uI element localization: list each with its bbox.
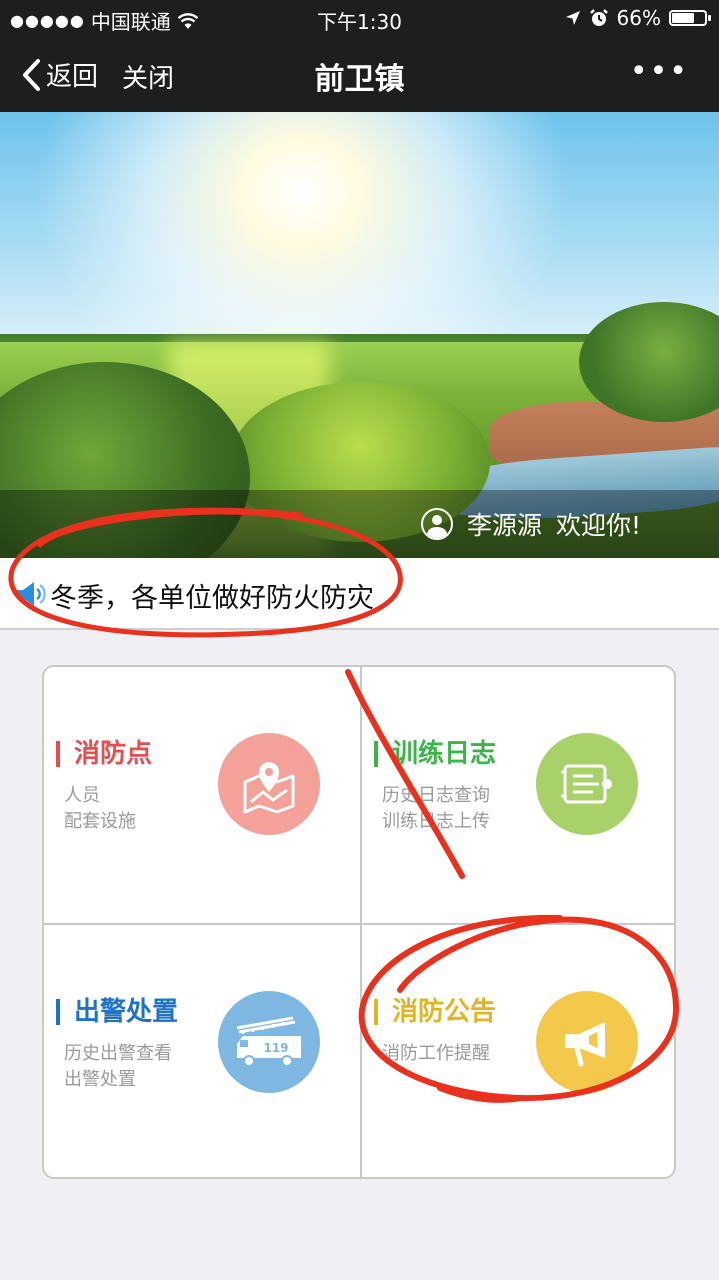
menu-item-title: 消防公告: [374, 999, 496, 1025]
megaphone-icon: [536, 991, 638, 1093]
menu-item-subtitle: 历史出警查看: [64, 1043, 172, 1064]
battery-percent: 66%: [616, 6, 661, 30]
menu-item-subtitle: 训练日志上传: [382, 811, 490, 832]
menu-item-fire-station[interactable]: 消防点 人员 配套设施: [44, 667, 360, 923]
log-list-icon: [536, 733, 638, 835]
menu-item-dispatch[interactable]: 出警处置 历史出警查看 出警处置 119: [44, 925, 360, 1177]
user-avatar-icon: [420, 508, 453, 540]
menu-item-training-log[interactable]: 训练日志 历史日志查询 训练日志上传: [362, 667, 674, 923]
status-right: 66%: [565, 6, 711, 30]
battery-icon: [669, 10, 711, 26]
notice-bar[interactable]: 冬季，各单位做好防火防灾: [0, 558, 719, 630]
welcome-message: 李源源 欢迎你!: [420, 506, 641, 542]
location-arrow-icon: [565, 11, 580, 25]
battery-fill: [672, 13, 695, 23]
page-title: 前卫镇: [314, 62, 405, 97]
menu-item-subtitle: 历史日志查询: [382, 785, 490, 806]
menu-item-subtitle: 消防工作提醒: [382, 1043, 490, 1064]
more-menu-button[interactable]: •••: [630, 54, 689, 89]
fire-truck-number: 119: [263, 1041, 288, 1055]
notice-text: 冬季，各单位做好防火防灾: [50, 583, 374, 614]
speaker-icon: [17, 582, 46, 606]
fire-truck-icon: 119: [218, 991, 320, 1093]
menu-item-subtitle: 出警处置: [64, 1069, 136, 1090]
menu-item-subtitle: 人员: [64, 785, 100, 806]
map-pin-icon: [218, 733, 320, 835]
menu-item-title: 训练日志: [374, 741, 496, 767]
user-name: 李源源: [466, 511, 542, 540]
menu-item-subtitle: 配套设施: [64, 811, 136, 832]
alarm-clock-icon: [589, 9, 608, 26]
menu-item-title: 消防点: [56, 741, 152, 767]
banner-image: 李源源 欢迎你!: [0, 112, 719, 558]
menu-item-fire-notice[interactable]: 消防公告 消防工作提醒: [362, 925, 674, 1177]
nav-bar: 返回 关闭 前卫镇 •••: [0, 36, 719, 112]
status-bar: ●●●●● 中国联通 下午1:30 66%: [0, 0, 719, 36]
menu-item-title: 出警处置: [56, 999, 178, 1025]
welcome-text: 欢迎你!: [555, 511, 641, 540]
menu-grid: 消防点 人员 配套设施 训练日志 历史日志查询 训练日志上传 出警处置 历史出警…: [42, 665, 676, 1179]
